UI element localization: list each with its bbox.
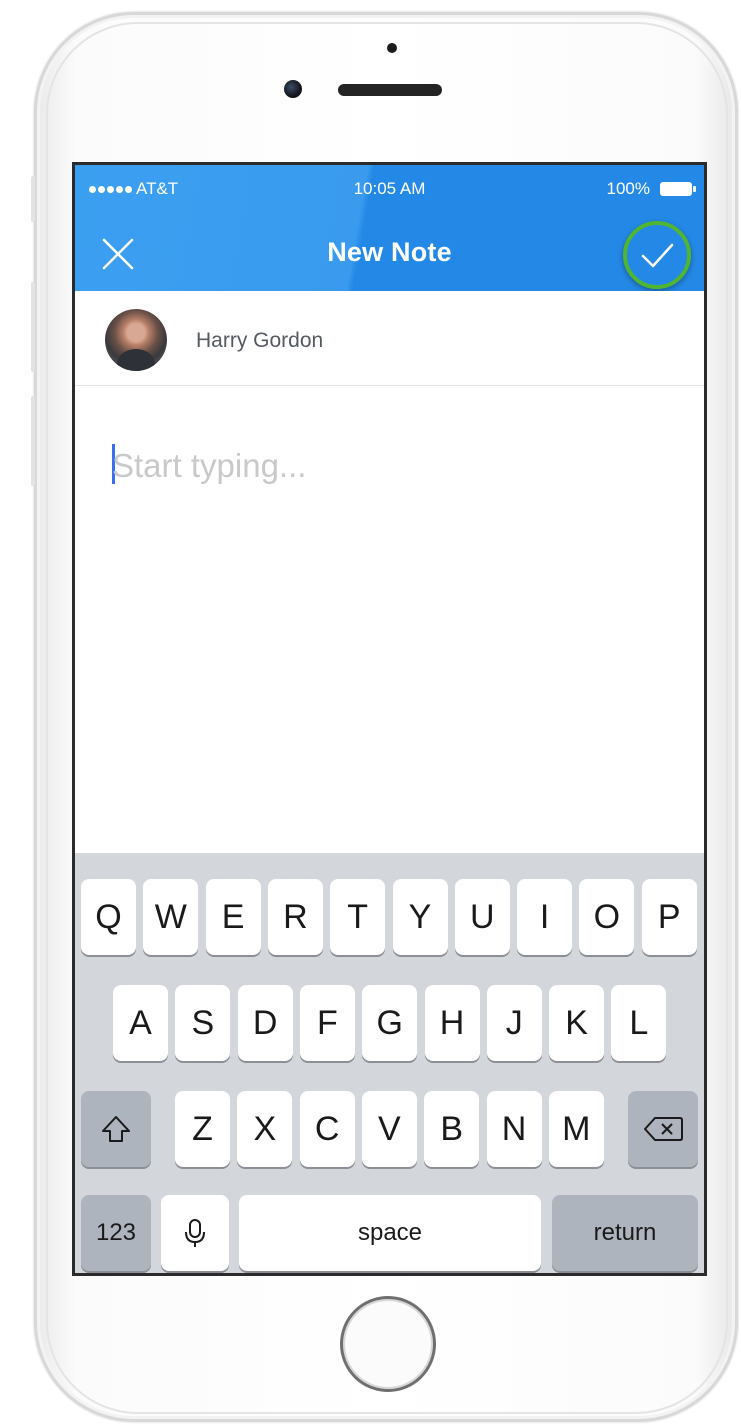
author-row: Harry Gordon bbox=[75, 291, 704, 386]
keyboard-row-3: ZXCVBNM bbox=[75, 1091, 704, 1167]
keyboard-row-1: QWERTYUIOP bbox=[75, 879, 704, 955]
key-d[interactable]: D bbox=[237, 985, 293, 1061]
key-z[interactable]: Z bbox=[175, 1091, 230, 1167]
key-r[interactable]: R bbox=[267, 879, 323, 955]
key-u[interactable]: U bbox=[454, 879, 510, 955]
key-i[interactable]: I bbox=[517, 879, 573, 955]
mute-switch bbox=[31, 176, 35, 222]
note-body bbox=[75, 386, 704, 852]
numbers-key[interactable]: 123 bbox=[81, 1195, 151, 1271]
key-b[interactable]: B bbox=[424, 1091, 480, 1167]
close-icon bbox=[102, 238, 134, 270]
shift-key[interactable] bbox=[81, 1091, 151, 1167]
key-m[interactable]: M bbox=[548, 1091, 604, 1167]
save-button[interactable] bbox=[623, 221, 691, 289]
key-s[interactable]: S bbox=[175, 985, 231, 1061]
avatar bbox=[105, 309, 167, 371]
home-button[interactable] bbox=[340, 1296, 436, 1392]
key-g[interactable]: G bbox=[362, 985, 418, 1061]
key-e[interactable]: E bbox=[205, 879, 261, 955]
key-x[interactable]: X bbox=[237, 1091, 293, 1167]
proximity-sensor bbox=[387, 43, 397, 53]
return-key[interactable]: return bbox=[552, 1195, 698, 1271]
key-k[interactable]: K bbox=[549, 985, 605, 1061]
dictation-key[interactable] bbox=[161, 1195, 229, 1271]
battery-indicator: 100% bbox=[606, 179, 696, 199]
phone-screen: AT&T 10:05 AM 100% New Note Harry Gordon… bbox=[72, 162, 707, 1276]
microphone-icon bbox=[185, 1219, 205, 1247]
page-title: New Note bbox=[327, 237, 452, 267]
shift-icon bbox=[102, 1116, 130, 1142]
key-v[interactable]: V bbox=[361, 1091, 417, 1167]
close-button[interactable] bbox=[95, 231, 141, 277]
volume-up-button bbox=[31, 282, 35, 372]
key-q[interactable]: Q bbox=[81, 879, 136, 955]
keyboard-row-2: ASDFGHJKL bbox=[75, 985, 704, 1061]
key-n[interactable]: N bbox=[486, 1091, 542, 1167]
key-a[interactable]: A bbox=[113, 985, 168, 1061]
keyboard-row-4: 123 space return bbox=[75, 1195, 704, 1271]
key-f[interactable]: F bbox=[299, 985, 355, 1061]
battery-percent: 100% bbox=[606, 179, 650, 198]
author-name: Harry Gordon bbox=[196, 329, 324, 352]
key-o[interactable]: O bbox=[579, 879, 635, 955]
checkmark-icon bbox=[641, 243, 674, 268]
delete-key[interactable] bbox=[628, 1091, 698, 1167]
key-j[interactable]: J bbox=[486, 985, 542, 1061]
key-l[interactable]: L bbox=[611, 985, 667, 1061]
navigation-bar: New Note bbox=[75, 215, 704, 291]
key-p[interactable]: P bbox=[641, 879, 697, 955]
keyboard: QWERTYUIOP ASDFGHJKL ZXCVBNM 123 space r… bbox=[75, 853, 704, 1273]
volume-down-button bbox=[31, 396, 35, 486]
key-w[interactable]: W bbox=[143, 879, 199, 955]
app-header: AT&T 10:05 AM 100% New Note bbox=[75, 165, 704, 291]
key-y[interactable]: Y bbox=[392, 879, 448, 955]
backspace-icon bbox=[644, 1117, 683, 1141]
battery-icon bbox=[660, 182, 696, 196]
earpiece-speaker bbox=[338, 84, 442, 96]
note-input[interactable] bbox=[112, 436, 672, 496]
key-t[interactable]: T bbox=[330, 879, 386, 955]
status-bar: AT&T 10:05 AM 100% bbox=[75, 165, 704, 215]
key-c[interactable]: C bbox=[299, 1091, 355, 1167]
front-camera bbox=[284, 80, 302, 98]
key-h[interactable]: H bbox=[424, 985, 480, 1061]
space-key[interactable]: space bbox=[239, 1195, 541, 1271]
